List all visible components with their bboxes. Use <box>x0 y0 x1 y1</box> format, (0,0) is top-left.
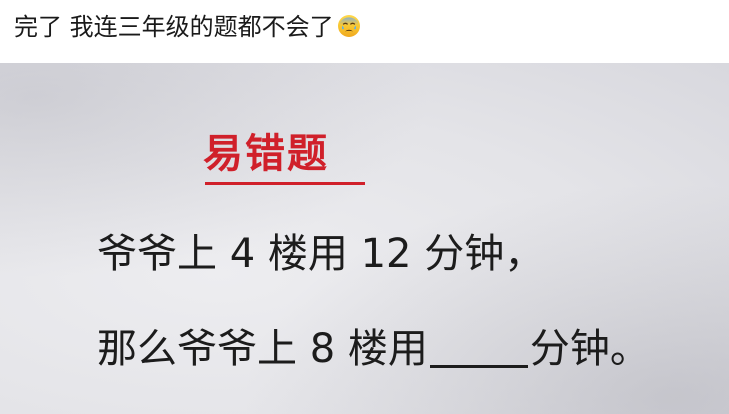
crying-face-icon <box>337 13 361 37</box>
question-line-2-start: 那么爷爷上 8 楼用 <box>97 326 428 372</box>
question-line-2-end: 分钟。 <box>529 326 650 372</box>
answer-blank <box>429 325 528 368</box>
worksheet-title: 易错题 <box>203 131 329 177</box>
post-caption-bar: 完了 我连三年级的题都不会了 <box>0 0 729 62</box>
question-line-1: 爷爷上 4 楼用 12 分钟， <box>97 231 545 277</box>
title-underline <box>205 182 365 185</box>
caption-text: 完了 我连三年级的题都不会了 <box>14 13 334 41</box>
question-line-2: 那么爷爷上 8 楼用 分钟。 <box>97 323 650 375</box>
worksheet-photo: 易错题 爷爷上 4 楼用 12 分钟， 那么爷爷上 8 楼用 分钟。 <box>0 63 729 414</box>
post-caption: 完了 我连三年级的题都不会了 <box>14 10 361 44</box>
